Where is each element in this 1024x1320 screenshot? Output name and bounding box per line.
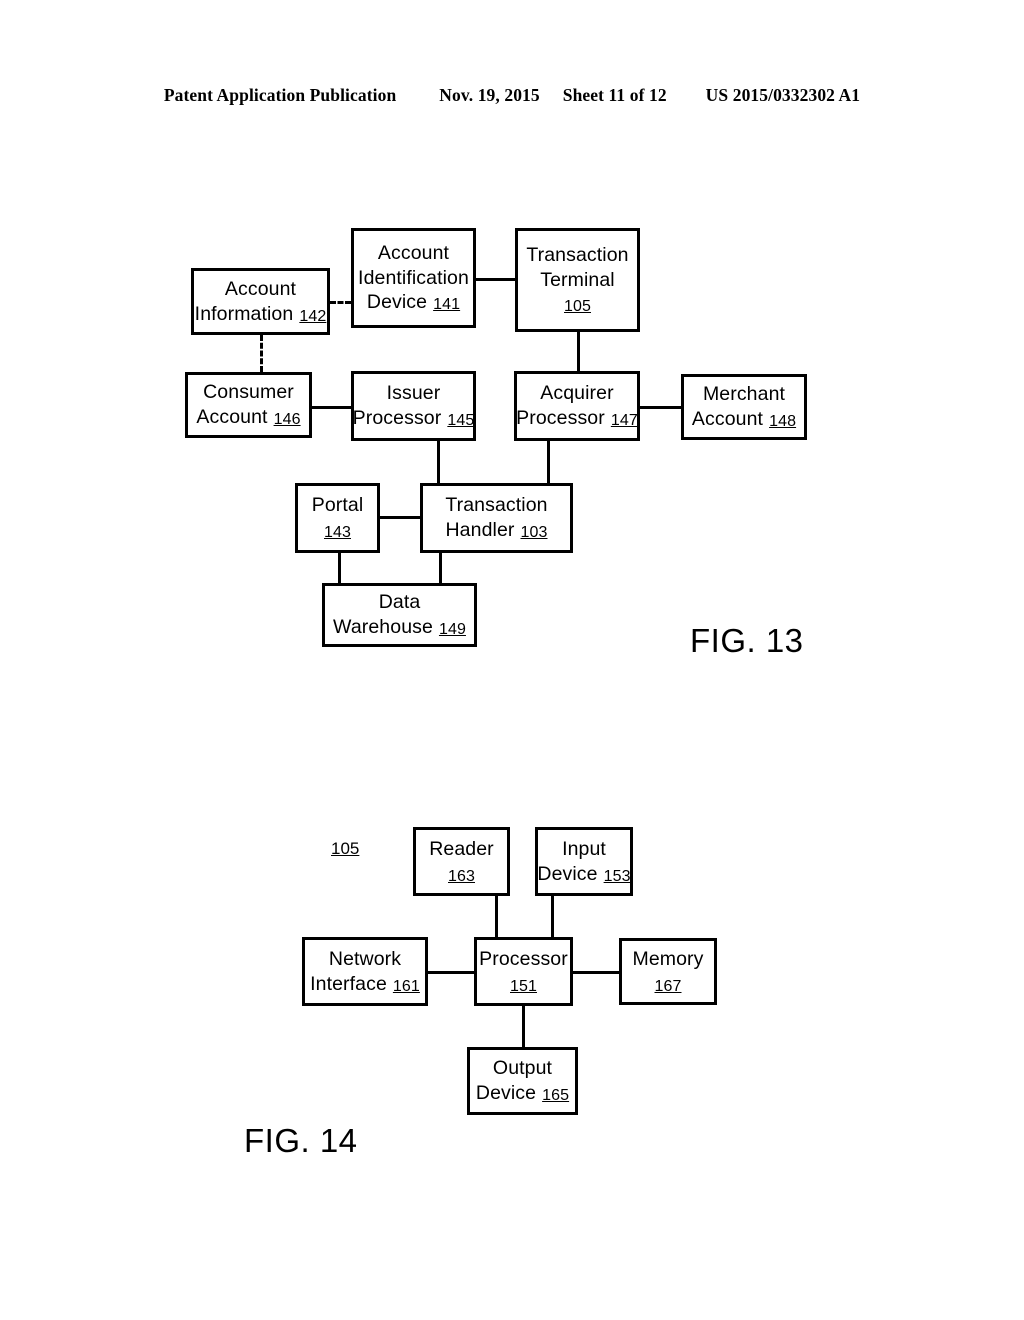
connector-network-interface-to-processor <box>428 971 474 974</box>
connector-acquirer-processor-to-merchant-account <box>640 406 681 409</box>
node-output-device-line1: Output <box>492 1057 553 1080</box>
connector-account-info-to-aid-device <box>330 301 351 304</box>
node-transaction-handler-ref: 103 <box>520 524 548 541</box>
page-header: Patent Application Publication Nov. 19, … <box>0 85 1024 106</box>
node-portal-ref: 143 <box>324 524 351 541</box>
node-acquirer-processor-ref: 147 <box>610 412 638 429</box>
node-issuer-processor-line1: Issuer <box>386 382 441 405</box>
header-patent-number: US 2015/0332302 A1 <box>705 85 861 105</box>
node-merchant-account-line1: Merchant <box>702 383 786 406</box>
node-merchant-account-line2: Account <box>691 408 764 430</box>
connector-input-device-to-processor <box>551 896 554 937</box>
node-portal-line1: Portal <box>311 494 364 517</box>
node-consumer-account[interactable]: Consumer Account 146 <box>185 372 312 438</box>
connector-processor-to-output-device <box>522 1006 525 1047</box>
node-processor-line1: Processor <box>479 947 568 970</box>
connector-reader-to-processor <box>495 896 498 937</box>
node-consumer-account-line1: Consumer <box>203 381 294 404</box>
node-account-identification-device-line1: Account <box>377 241 450 264</box>
header-publication-date: Nov. 19, 2015 <box>439 85 540 105</box>
node-account-information-line2: Information <box>194 302 294 325</box>
figure-14: 105 Reader 163 Input Device 153 Network I… <box>0 0 1024 1320</box>
node-data-warehouse-line2: Warehouse <box>333 616 433 638</box>
header-sheet-number: Sheet 11 of 12 <box>562 85 667 105</box>
figure-14-system-reference: 105 <box>331 839 360 858</box>
node-acquirer-processor[interactable]: Acquirer Processor 147 <box>514 371 640 441</box>
node-acquirer-processor-line1: Acquirer <box>540 382 614 405</box>
node-account-identification-device-line2: Identification <box>358 266 469 289</box>
node-account-information-line1: Account <box>224 277 297 300</box>
node-data-warehouse-line1: Data <box>378 591 421 614</box>
node-network-interface-ref: 161 <box>392 977 420 995</box>
node-transaction-terminal[interactable]: Transaction Terminal 105 <box>515 228 640 332</box>
node-processor-ref: 151 <box>510 977 537 995</box>
node-memory[interactable]: Memory 167 <box>619 938 717 1005</box>
figure-14-caption: FIG. 14 <box>244 1122 358 1159</box>
node-input-device-ref: 153 <box>603 867 631 885</box>
node-output-device-line2: Device <box>475 1082 537 1104</box>
node-issuer-processor[interactable]: Issuer Processor 145 <box>351 371 476 441</box>
node-account-identification-device[interactable]: Account Identification Device 141 <box>351 228 476 328</box>
node-transaction-terminal-line2: Terminal <box>540 268 615 291</box>
node-issuer-processor-ref: 145 <box>447 412 475 429</box>
node-transaction-handler-line2: Handler <box>445 519 515 541</box>
node-merchant-account-ref: 148 <box>769 413 797 430</box>
node-network-interface-line2: Interface <box>310 972 387 995</box>
node-data-warehouse-ref: 149 <box>438 621 466 638</box>
node-output-device[interactable]: Output Device 165 <box>467 1047 578 1115</box>
connector-transaction-handler-to-data-warehouse <box>439 553 442 583</box>
connector-portal-to-transaction-handler <box>380 516 420 519</box>
node-transaction-terminal-line1: Transaction <box>526 243 629 266</box>
node-network-interface[interactable]: Network Interface 161 <box>302 937 428 1006</box>
node-input-device-line1: Input <box>562 837 606 860</box>
connector-acquirer-processor-to-transaction-handler <box>547 441 550 483</box>
connector-issuer-processor-to-transaction-handler <box>437 441 440 483</box>
node-data-warehouse[interactable]: Data Warehouse 149 <box>322 583 477 647</box>
node-transaction-handler-line1: Transaction <box>445 494 548 517</box>
node-consumer-account-line2: Account <box>196 406 268 428</box>
connector-aid-device-to-transaction-terminal <box>476 278 515 281</box>
node-input-device[interactable]: Input Device 153 <box>535 827 633 896</box>
connector-portal-to-data-warehouse <box>338 553 341 583</box>
node-output-device-ref: 165 <box>542 1087 570 1104</box>
node-issuer-processor-line2: Processor <box>352 407 442 429</box>
node-processor[interactable]: Processor 151 <box>474 937 573 1006</box>
connector-processor-to-memory <box>573 971 619 974</box>
node-network-interface-line1: Network <box>328 947 402 970</box>
node-acquirer-processor-line2: Processor <box>516 407 605 429</box>
node-transaction-handler[interactable]: Transaction Handler 103 <box>420 483 573 553</box>
node-memory-ref: 167 <box>654 977 682 995</box>
node-reader-ref: 163 <box>448 867 475 885</box>
connector-account-info-to-consumer-account <box>260 335 263 372</box>
node-reader-line1: Reader <box>429 837 494 860</box>
node-merchant-account[interactable]: Merchant Account 148 <box>681 374 807 440</box>
connector-transaction-terminal-to-acquirer-processor <box>577 332 580 372</box>
figure-13: Account Information 142 Account Identific… <box>0 0 1024 1320</box>
header-publication-title: Patent Application Publication <box>163 85 397 105</box>
node-memory-line1: Memory <box>632 947 704 970</box>
connector-consumer-account-to-issuer-processor <box>312 406 351 409</box>
node-input-device-line2: Device <box>537 862 598 885</box>
figure-13-caption: FIG. 13 <box>690 622 804 659</box>
node-reader[interactable]: Reader 163 <box>413 827 510 896</box>
node-account-information[interactable]: Account Information 142 <box>191 268 330 335</box>
node-account-identification-device-line3: Device <box>366 291 428 314</box>
node-transaction-terminal-ref: 105 <box>564 298 591 316</box>
node-account-identification-device-ref: 141 <box>433 296 461 314</box>
node-portal[interactable]: Portal 143 <box>295 483 380 553</box>
node-account-information-ref: 142 <box>299 307 327 325</box>
node-consumer-account-ref: 146 <box>273 411 301 428</box>
